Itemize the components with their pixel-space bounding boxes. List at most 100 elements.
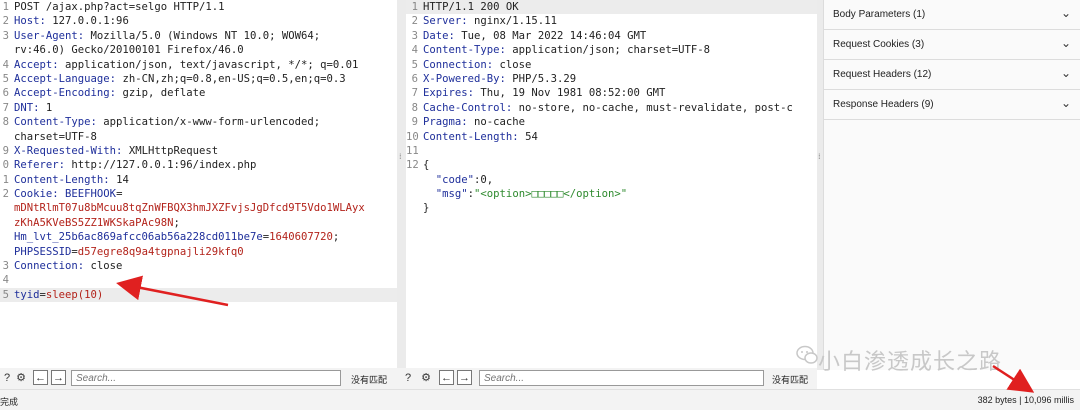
response-stats: 382 bytes | 10,096 millis: [977, 395, 1074, 405]
request-search-input[interactable]: [71, 370, 341, 386]
line-text: "msg":"<option>□□□□□</option>": [423, 187, 627, 201]
request-line: Hm_lvt_25b6ac869afcc06ab56a228cd011be7e=…: [0, 230, 397, 244]
text-segment: PHP/5.3.29: [512, 72, 577, 85]
inspector-item-label: Response Headers (9): [833, 99, 934, 110]
text-segment: tyid: [14, 288, 40, 301]
text-segment: 54: [525, 130, 538, 143]
text-segment: zh-CN,zh;q=0.8,en-US;q=0.5,en;q=0.3: [122, 72, 346, 85]
text-segment: Mozilla/5.0 (Windows NT 10.0; WOW64;: [90, 29, 321, 42]
text-segment: }: [423, 202, 430, 215]
search-prev-button[interactable]: ←: [33, 370, 48, 385]
gear-icon[interactable]: ⚙: [14, 371, 28, 385]
line-text: X-Powered-By: PHP/5.3.29: [423, 72, 576, 86]
line-number: 2: [2, 188, 9, 201]
text-segment: 1640607720: [269, 231, 333, 244]
request-line: mDNtRlmT07u8bMcuu8tqZnWFBQX3hmJXZFvjsJgD…: [0, 201, 397, 215]
text-segment: Content-Type:: [423, 44, 513, 57]
text-segment: close: [90, 260, 123, 273]
text-segment: Tue, 08 Mar 2022 14:46:04 GMT: [461, 29, 647, 42]
response-line: 12 {: [406, 158, 817, 172]
line-text: {: [423, 158, 429, 172]
search-next-button[interactable]: →: [457, 370, 472, 385]
response-line: "msg":"<option>□□□□□</option>": [406, 187, 817, 201]
line-number: 3: [2, 29, 9, 42]
help-icon[interactable]: ?: [0, 371, 14, 385]
request-line: 9 X-Requested-With: XMLHttpRequest: [0, 144, 397, 158]
line-text: Content-Type: application/x-www-form-url…: [14, 115, 320, 129]
pane-splitter[interactable]: ⁞: [397, 0, 406, 370]
request-line: 7 DNT: 1: [0, 101, 397, 115]
line-text: Content-Type: application/json; charset=…: [423, 43, 710, 57]
line-text: Referer: http://127.0.0.1:96/index.php: [14, 158, 256, 172]
line-number: 8: [411, 101, 418, 114]
inspector-item-label: Request Cookies (3): [833, 39, 925, 50]
line-text: POST /ajax.php?act=selgo HTTP/1.1: [14, 0, 224, 14]
line-number: 4: [411, 44, 418, 57]
line-text: tyid=sleep(10): [14, 288, 103, 302]
inspector-body-parameters[interactable]: Body Parameters (1) ⌄: [824, 0, 1080, 30]
text-segment: 14: [116, 173, 129, 186]
text-segment: Cache-Control:: [423, 101, 519, 114]
text-segment: 1: [45, 101, 53, 114]
response-editor[interactable]: 1 HTTP/1.1 200 OK 2 Server: nginx/1.15.11 3 D…: [406, 0, 817, 368]
line-number: 7: [2, 101, 9, 114]
response-line: 7 Expires: Thu, 19 Nov 1981 08:52:00 GMT: [406, 86, 817, 100]
line-text: Cache-Control: no-store, no-cache, must-…: [423, 101, 793, 115]
response-search-input[interactable]: [479, 370, 764, 386]
help-icon[interactable]: ?: [401, 371, 415, 385]
text-segment: PHPSESSID: [14, 245, 72, 258]
line-text: "code":0,: [423, 173, 493, 187]
text-segment: Server:: [423, 15, 475, 28]
line-text: Content-Length: 54: [423, 130, 538, 144]
line-text: zKhA5KVeBS5ZZ1WKSkaPAc98N;: [14, 216, 180, 230]
request-line: 0 Referer: http://127.0.0.1:96/index.php: [0, 158, 397, 172]
text-segment: d57egre8q9a4tgpnajli29kfq0: [77, 245, 244, 258]
request-editor[interactable]: 1 POST /ajax.php?act=selgo HTTP/1.1 2 Host:…: [0, 0, 397, 368]
line-text: DNT: 1: [14, 101, 52, 115]
line-text: Server: nginx/1.15.11: [423, 14, 557, 28]
request-line: 6 Accept-Encoding: gzip, deflate: [0, 86, 397, 100]
line-number: 12: [406, 159, 419, 172]
text-segment: no-store, no-cache, must-revalidate, pos…: [518, 101, 793, 114]
inspector-request-headers[interactable]: Request Headers (12) ⌄: [824, 60, 1080, 90]
request-line: 1 Content-Length: 14: [0, 173, 397, 187]
text-segment: XMLHttpRequest: [128, 144, 219, 157]
text-segment: application/json, text/javascript, */*; …: [65, 58, 359, 71]
line-number: 1: [411, 1, 418, 13]
line-text: Date: Tue, 08 Mar 2022 14:46:04 GMT: [423, 29, 646, 43]
search-match-count: 没有匹配: [351, 375, 388, 385]
request-search-bar: ? ⚙ ← → 没有匹配: [0, 368, 397, 389]
response-line: 5 Connection: close: [406, 58, 817, 72]
text-segment: Content-Length:: [423, 130, 526, 143]
line-number: 2: [411, 15, 418, 28]
request-line: zKhA5KVeBS5ZZ1WKSkaPAc98N;: [0, 216, 397, 230]
text-segment: close: [499, 58, 532, 71]
line-number: 1: [2, 1, 9, 13]
inspector-request-cookies[interactable]: Request Cookies (3) ⌄: [824, 30, 1080, 60]
search-next-button[interactable]: →: [51, 370, 66, 385]
line-text: Connection: close: [14, 259, 122, 273]
gear-icon[interactable]: ⚙: [419, 371, 433, 385]
text-segment: Pragma:: [423, 116, 475, 129]
response-line: "code":0,: [406, 173, 817, 187]
text-segment: User-Agent:: [14, 29, 91, 42]
line-number: 3: [411, 29, 418, 42]
text-segment: Expires:: [423, 87, 481, 100]
text-segment: no-cache: [474, 116, 526, 129]
text-segment: Thu, 19 Nov 1981 08:52:00 GMT: [480, 87, 666, 100]
line-number: 0: [2, 159, 9, 172]
inspector-response-headers[interactable]: Response Headers (9) ⌄: [824, 90, 1080, 120]
line-number: 5: [411, 58, 418, 71]
splitter-grip-icon: ⁞: [399, 152, 402, 161]
chevron-down-icon: ⌄: [1060, 96, 1071, 110]
request-line: rv:46.0) Gecko/20100101 Firefox/46.0: [0, 43, 397, 57]
line-text: Host: 127.0.0.1:96: [14, 14, 129, 28]
text-segment: ;: [332, 231, 340, 244]
search-prev-button[interactable]: ←: [439, 370, 454, 385]
text-segment: {: [423, 159, 430, 172]
response-line: 8 Cache-Control: no-store, no-cache, must…: [406, 101, 817, 115]
watermark-text: 小白渗透成长之路: [818, 350, 1003, 375]
line-number: 10: [406, 130, 419, 143]
request-line: 2 Cookie: BEEFHOOK=: [0, 187, 397, 201]
response-line: 1 HTTP/1.1 200 OK: [406, 0, 817, 15]
